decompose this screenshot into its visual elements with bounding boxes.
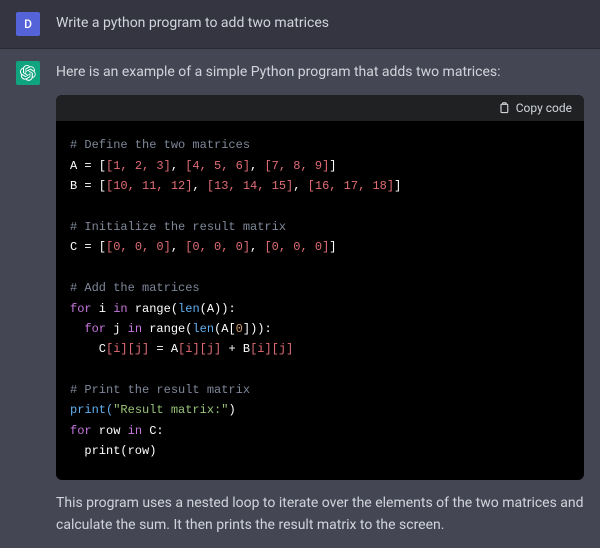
- openai-logo-icon: [20, 65, 36, 81]
- code-content: # Define the two matrices A = [[1, 2, 3]…: [56, 121, 584, 479]
- assistant-message: Here is an example of a simple Python pr…: [56, 61, 584, 536]
- assistant-outro-text: This program uses a nested loop to itera…: [56, 492, 584, 537]
- copy-code-label: Copy code: [516, 101, 572, 115]
- user-avatar: D: [16, 12, 40, 36]
- user-message-text: Write a python program to add two matric…: [56, 12, 584, 34]
- copy-code-button[interactable]: Copy code: [498, 101, 572, 115]
- assistant-intro-text: Here is an example of a simple Python pr…: [56, 61, 584, 83]
- assistant-avatar: [16, 61, 40, 85]
- code-header: Copy code: [56, 95, 584, 121]
- assistant-message-row: Here is an example of a simple Python pr…: [0, 49, 600, 548]
- clipboard-icon: [498, 101, 510, 115]
- user-message-row: D Write a python program to add two matr…: [0, 0, 600, 49]
- code-block: Copy code # Define the two matrices A = …: [56, 95, 584, 479]
